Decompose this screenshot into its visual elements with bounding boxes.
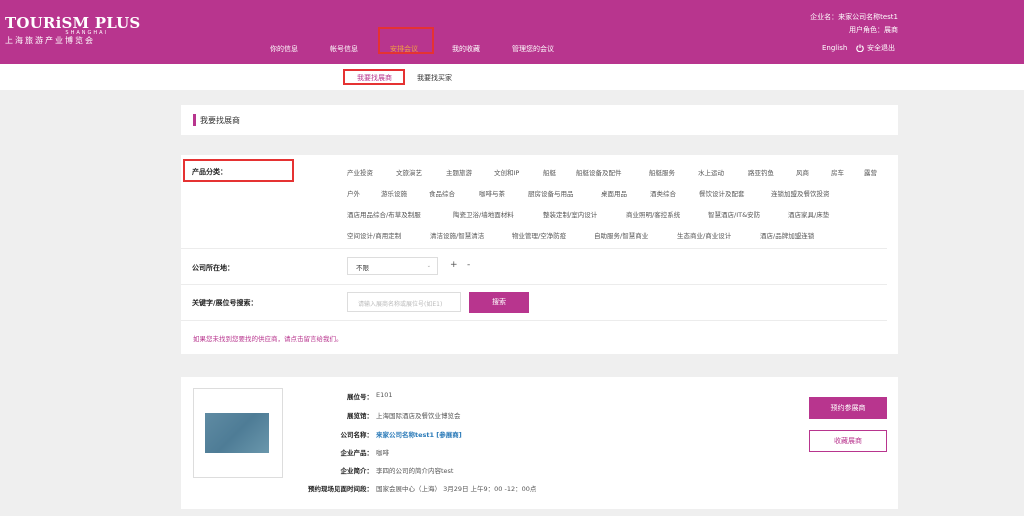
user-info: 企业名：来家公司名称test1 用户角色：展商 bbox=[780, 11, 898, 37]
nav-your-info[interactable]: 你的信息 bbox=[270, 44, 298, 54]
book-exhibitor-button[interactable]: 预约参展商 bbox=[809, 397, 887, 419]
category-option[interactable]: 整装定制/室内设计 bbox=[543, 209, 597, 219]
add-location-button[interactable]: + bbox=[450, 260, 458, 270]
brand-logo[interactable]: TOURiSM PLUS SHANGHAI 上海旅游产业博览会 bbox=[5, 15, 140, 46]
meeting-time-label: 预约现场见面时间段： bbox=[308, 485, 373, 493]
tab-find-buyers[interactable]: 我要找买家 bbox=[417, 73, 452, 83]
exhibitor-thumbnail[interactable] bbox=[205, 413, 269, 453]
category-option[interactable]: 陶瓷卫浴/墙地面材料 bbox=[453, 209, 514, 219]
category-option[interactable]: 船艇服务 bbox=[649, 167, 675, 177]
language-switch[interactable]: English bbox=[822, 44, 847, 52]
nav-favorites[interactable]: 我的收藏 bbox=[452, 44, 480, 54]
title-panel bbox=[181, 105, 898, 135]
category-option[interactable]: 水上运动 bbox=[698, 167, 724, 177]
hall-value: 上海国际酒店及餐饮业博览会 bbox=[376, 412, 461, 420]
category-option[interactable]: 咖啡与茶 bbox=[479, 188, 505, 198]
booth-label: 展位号： bbox=[347, 393, 373, 401]
intro-label: 企业简介： bbox=[340, 467, 374, 475]
divider bbox=[181, 320, 887, 321]
nav-manage-meetings[interactable]: 管理您的会议 bbox=[512, 44, 554, 54]
category-option[interactable]: 游乐设施 bbox=[381, 188, 407, 198]
exhibitor-card bbox=[181, 377, 898, 509]
company-link[interactable]: 来家公司名称test1 [参展商] bbox=[376, 429, 462, 439]
category-option[interactable]: 桌面用品 bbox=[601, 188, 627, 198]
keyword-search-input[interactable]: 请输入展商名称或展位号(如E1) bbox=[347, 292, 461, 312]
category-option[interactable]: 文旅演艺 bbox=[396, 167, 422, 177]
logout-button[interactable]: 安全退出 bbox=[856, 43, 895, 53]
divider bbox=[181, 248, 887, 249]
category-option[interactable]: 文创和IP bbox=[494, 167, 519, 177]
category-option[interactable]: 生态商业/商业设计 bbox=[677, 230, 731, 240]
highlight-box-category bbox=[183, 159, 294, 182]
filter-panel bbox=[181, 155, 898, 354]
category-option[interactable]: 智慧酒店/IT&安防 bbox=[708, 209, 760, 219]
category-option[interactable]: 物业管理/空净防疫 bbox=[512, 230, 566, 240]
user-company: 企业名：来家公司名称test1 bbox=[810, 13, 898, 21]
top-header: TOURiSM PLUS SHANGHAI 上海旅游产业博览会 你的信息 帐号信… bbox=[0, 0, 1024, 64]
hall-label: 展览馆： bbox=[347, 412, 373, 420]
category-option[interactable]: 船艇设备及配件 bbox=[576, 167, 622, 177]
category-option[interactable]: 露营 bbox=[864, 167, 877, 177]
category-option[interactable]: 风商 bbox=[796, 167, 809, 177]
nav-account-info[interactable]: 帐号信息 bbox=[330, 44, 358, 54]
category-option[interactable]: 路亚钓鱼 bbox=[748, 167, 774, 177]
chevron-down-icon: ⌄ bbox=[426, 263, 431, 269]
favorite-exhibitor-button[interactable]: 收藏展商 bbox=[809, 430, 887, 452]
intro-value: 李四的公司的简介内容test bbox=[376, 467, 454, 475]
product-label: 企业产品： bbox=[340, 449, 374, 457]
contact-hint-link[interactable]: 如果您未找到您要找的供应商，请点击留言给我们。 bbox=[193, 333, 343, 343]
category-option[interactable]: 主题旅游 bbox=[446, 167, 472, 177]
location-select[interactable]: 不限 ⌄ bbox=[347, 257, 438, 275]
category-option[interactable]: 商业照明/客控系统 bbox=[626, 209, 680, 219]
category-option[interactable]: 酒店家具/床垫 bbox=[788, 209, 829, 219]
category-option[interactable]: 自助服务/智慧商业 bbox=[594, 230, 648, 240]
category-option[interactable]: 产业投资 bbox=[347, 167, 373, 177]
category-option[interactable]: 食品综合 bbox=[429, 188, 455, 198]
brand-subtitle: 上海旅游产业博览会 bbox=[5, 36, 95, 45]
brand-name: TOURiSM PLUS bbox=[5, 14, 141, 32]
highlight-box-subtab bbox=[343, 69, 405, 85]
location-value: 不限 bbox=[356, 264, 369, 272]
meeting-time-value: 国家会展中心（上海） 3月29日 上午9：00 -12：00点 bbox=[376, 485, 537, 493]
booth-value: E101 bbox=[376, 391, 393, 399]
remove-location-button[interactable]: - bbox=[467, 260, 470, 270]
location-label: 公司所在地： bbox=[192, 264, 234, 272]
product-value: 咖啡 bbox=[376, 449, 389, 457]
category-option[interactable]: 房车 bbox=[831, 167, 844, 177]
title-accent-bar bbox=[193, 114, 196, 126]
page-title: 我要找展商 bbox=[200, 116, 240, 125]
keyword-label: 关键字/展位号搜索： bbox=[192, 299, 258, 307]
category-option[interactable]: 酒店用品综合/布草及制服 bbox=[347, 209, 421, 219]
user-role: 用户角色：展商 bbox=[849, 26, 898, 34]
logout-label: 安全退出 bbox=[867, 44, 895, 52]
highlight-box-nav bbox=[378, 27, 434, 54]
company-label: 公司名称： bbox=[340, 431, 374, 439]
category-option[interactable]: 空间设计/商用定制 bbox=[347, 230, 401, 240]
category-option[interactable]: 餐饮设计及配套 bbox=[699, 188, 745, 198]
search-button[interactable]: 搜索 bbox=[469, 292, 529, 313]
power-icon bbox=[856, 44, 864, 52]
category-option[interactable]: 清洁设施/智慧清洁 bbox=[430, 230, 484, 240]
category-option[interactable]: 连锁加盟及餐饮投资 bbox=[771, 188, 830, 198]
divider bbox=[181, 284, 887, 285]
sub-nav: 我要找展商 我要找买家 bbox=[0, 64, 1024, 90]
category-option[interactable]: 户外 bbox=[347, 188, 360, 198]
category-option[interactable]: 船艇 bbox=[543, 167, 556, 177]
category-option[interactable]: 酒类综合 bbox=[650, 188, 676, 198]
category-option[interactable]: 厨房设备与用品 bbox=[528, 188, 574, 198]
category-option[interactable]: 酒店/品牌加盟连锁 bbox=[760, 230, 814, 240]
